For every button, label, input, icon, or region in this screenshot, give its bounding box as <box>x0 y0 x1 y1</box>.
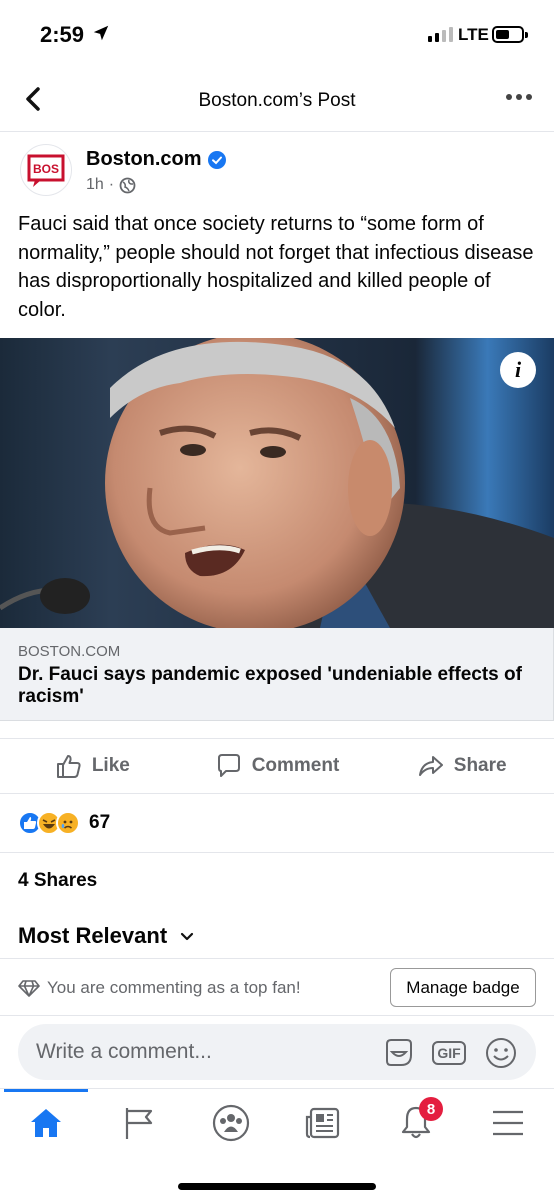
comment-label: Comment <box>251 755 340 776</box>
link-title[interactable]: Dr. Fauci says pandemic exposed 'undenia… <box>18 664 538 708</box>
groups-icon[interactable] <box>211 1103 251 1143</box>
manage-badge-button[interactable]: Manage badge <box>390 968 536 1007</box>
svg-text:BOS: BOS <box>33 162 59 176</box>
home-indicator <box>178 1183 376 1190</box>
like-label: Like <box>91 755 130 776</box>
post-actions: Like Comment Share <box>0 738 554 794</box>
comment-placeholder: Write a comment... <box>36 1040 212 1063</box>
post-photo[interactable]: i <box>0 338 554 628</box>
diamond-badge-icon <box>18 980 40 997</box>
avatar[interactable]: BOS <box>20 144 72 196</box>
chevron-down-icon <box>181 932 194 941</box>
gif-icon[interactable]: GIF <box>432 1036 466 1070</box>
reaction-count: 67 <box>89 812 111 833</box>
menu-icon[interactable] <box>488 1103 528 1143</box>
thumbs-up-icon <box>56 755 81 778</box>
divider <box>0 852 554 853</box>
share-button[interactable]: Share <box>369 739 554 793</box>
comment-button[interactable]: Comment <box>185 739 370 793</box>
share-label: Share <box>453 755 507 776</box>
link-preview[interactable]: BOSTON.COM Dr. Fauci says pandemic expos… <box>0 628 554 721</box>
top-fan-text: You are commenting as a top fan! <box>47 978 301 997</box>
sort-label: Most Relevant <box>18 923 168 948</box>
author-name[interactable]: Boston.com <box>86 148 202 171</box>
info-icon[interactable]: i <box>500 352 536 388</box>
globe-icon <box>119 177 136 193</box>
reactions-summary[interactable]: 67 <box>18 808 110 838</box>
post-header: BOS Boston.com 1h · <box>0 140 554 204</box>
fauci-photo-illustration <box>0 338 554 628</box>
post-author[interactable]: Boston.com <box>86 148 226 171</box>
link-domain: BOSTON.COM <box>18 643 121 660</box>
status-time: 2:59 <box>40 22 85 47</box>
verified-badge-icon <box>207 150 226 169</box>
active-tab-indicator <box>4 1089 88 1092</box>
emoji-icon[interactable] <box>484 1036 518 1070</box>
home-icon[interactable] <box>26 1103 66 1143</box>
post-timestamp[interactable]: 1h <box>86 176 104 194</box>
pages-flag-icon[interactable] <box>119 1103 159 1143</box>
sad-reaction-icon <box>56 811 80 835</box>
news-icon[interactable] <box>303 1103 343 1143</box>
network-type: LTE <box>458 25 489 44</box>
notification-count-badge: 8 <box>419 1097 443 1121</box>
comment-sort-dropdown[interactable]: Most Relevant <box>18 923 195 949</box>
like-button[interactable]: Like <box>0 739 185 793</box>
top-fan-notice: You are commenting as a top fan! <box>18 978 301 998</box>
top-fan-bar: You are commenting as a top fan! Manage … <box>0 958 554 1016</box>
boston-com-logo-icon: BOS <box>27 154 65 187</box>
share-count[interactable]: 4 Shares <box>18 870 97 892</box>
status-bar: 2:59 LTE <box>0 0 554 70</box>
top-navigation-bar: Boston.com’s Post <box>0 70 554 132</box>
comment-composer: Write a comment... GIF <box>0 1016 554 1088</box>
sticker-icon[interactable] <box>382 1036 416 1070</box>
comment-bubble-icon <box>217 754 240 777</box>
location-arrow-icon <box>93 25 109 41</box>
battery-icon <box>492 26 528 43</box>
share-arrow-icon <box>418 756 443 776</box>
signal-strength-icon <box>428 26 453 42</box>
page-title: Boston.com’s Post <box>198 90 356 111</box>
bottom-tab-bar: 8 <box>0 1088 554 1200</box>
post-meta: 1h · <box>86 176 136 194</box>
more-options-icon[interactable] <box>506 94 532 100</box>
gif-label: GIF <box>432 1041 466 1065</box>
comment-input[interactable]: Write a comment... GIF <box>18 1024 536 1080</box>
post-text: Fauci said that once society returns to … <box>18 213 534 321</box>
meta-separator: · <box>108 176 115 193</box>
